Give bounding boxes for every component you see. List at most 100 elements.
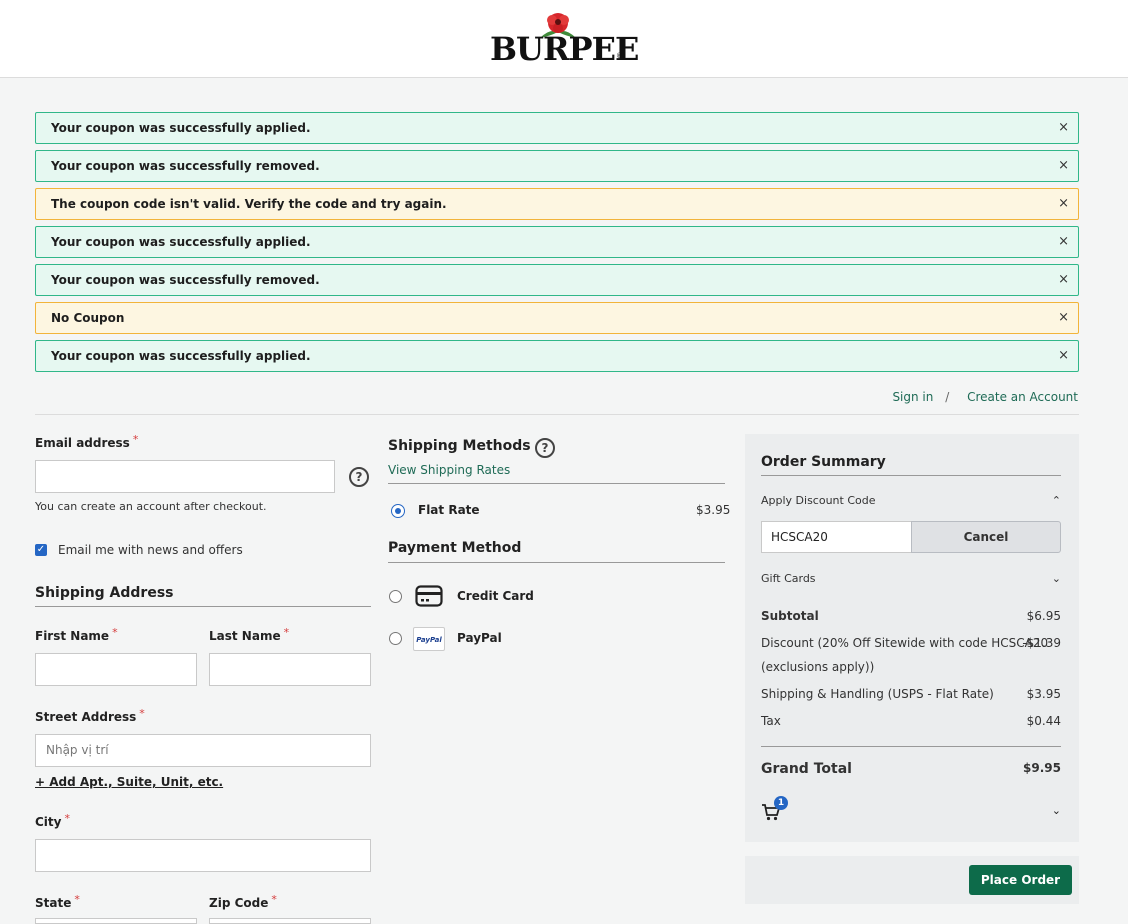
street-address-field[interactable]: Nhập vị trí: [35, 734, 371, 767]
burpee-logo[interactable]: BURPEE ®: [490, 12, 639, 68]
credit-card-radio[interactable]: [389, 590, 402, 603]
section-rule: [761, 746, 1061, 747]
logo-wordmark: BURPEE: [490, 30, 639, 68]
help-icon[interactable]: ?: [349, 467, 369, 487]
close-icon[interactable]: ×: [1058, 227, 1069, 257]
discount-label: Discount (20% Off Sitewide with code HCS…: [761, 636, 1049, 650]
discount-row-note: (exclusions apply)): [761, 660, 875, 674]
close-icon[interactable]: ×: [1058, 341, 1069, 371]
required-mark: *: [132, 433, 139, 446]
apply-discount-label: Apply Discount Code: [761, 494, 876, 507]
add-apt-link[interactable]: + Add Apt., Suite, Unit, etc.: [35, 775, 223, 789]
create-account-link[interactable]: Create an Account: [967, 390, 1078, 404]
last-name-label: Last Name *: [209, 626, 290, 643]
required-mark: *: [74, 893, 80, 906]
flat-rate-label: Flat Rate: [418, 503, 480, 517]
message-text: Your coupon was successfully applied.: [51, 121, 311, 135]
message-text: Your coupon was successfully applied.: [51, 349, 311, 363]
email-note: You can create an account after checkout…: [35, 500, 267, 513]
close-icon[interactable]: ×: [1058, 265, 1069, 295]
street-label-text: Street Address: [35, 710, 137, 724]
zip-label: Zip Code *: [209, 893, 277, 910]
subtotal-label: Subtotal: [761, 609, 819, 623]
section-rule: [388, 483, 725, 484]
order-summary-title: Order Summary: [761, 454, 886, 470]
tax-row: Tax $0.44: [761, 714, 1061, 728]
credit-card-label: Credit Card: [457, 589, 534, 603]
section-rule: [388, 562, 725, 563]
cart-count-badge: 1: [774, 796, 788, 810]
close-icon[interactable]: ×: [1058, 189, 1069, 219]
close-icon[interactable]: ×: [1058, 151, 1069, 181]
auth-links: Sign in / Create an Account: [886, 390, 1078, 404]
apply-discount-toggle[interactable]: Apply Discount Code ⌃: [761, 494, 1061, 507]
section-rule: [35, 606, 371, 607]
newsletter-checkbox[interactable]: ✓: [35, 544, 47, 556]
required-mark: *: [283, 626, 290, 639]
chevron-down-icon: ⌄: [1051, 804, 1061, 817]
subtotal-row: Subtotal $6.95: [761, 609, 1061, 623]
street-label: Street Address *: [35, 707, 145, 724]
cancel-coupon-button[interactable]: Cancel: [911, 521, 1061, 553]
paypal-radio[interactable]: [389, 632, 402, 645]
sign-in-link[interactable]: Sign in: [892, 390, 933, 404]
payment-method-title: Payment Method: [388, 540, 522, 556]
grand-total-value: $9.95: [1023, 761, 1061, 775]
tax-label: Tax: [761, 714, 781, 728]
zip-label-text: Zip Code: [209, 896, 269, 910]
divider: [35, 414, 1079, 415]
zip-field[interactable]: [209, 918, 371, 924]
last-name-label-text: Last Name: [209, 629, 281, 643]
message-text: The coupon code isn't valid. Verify the …: [51, 197, 447, 211]
shipping-label: Shipping & Handling (USPS - Flat Rate): [761, 687, 994, 701]
email-label-text: Email address: [35, 436, 130, 450]
message-text: Your coupon was successfully applied.: [51, 235, 311, 249]
email-field[interactable]: [35, 460, 335, 493]
order-summary: Order Summary Apply Discount Code ⌃ HCSC…: [745, 434, 1079, 842]
state-field[interactable]: [35, 918, 197, 924]
subtotal-value: $6.95: [1026, 609, 1061, 623]
place-order-button[interactable]: Place Order: [969, 865, 1072, 895]
gift-cards-label: Gift Cards: [761, 572, 816, 585]
help-icon[interactable]: ?: [535, 438, 555, 458]
flat-rate-price: $3.95: [696, 503, 731, 517]
view-shipping-rates-link[interactable]: View Shipping Rates: [388, 463, 510, 477]
coupon-message: Your coupon was successfully applied. ×: [35, 226, 1079, 258]
required-mark: *: [271, 893, 277, 906]
shipping-row: Shipping & Handling (USPS - Flat Rate) $…: [761, 687, 1061, 701]
shipping-value: $3.95: [1026, 687, 1061, 701]
message-text: Your coupon was successfully removed.: [51, 159, 320, 173]
coupon-message: No Coupon ×: [35, 302, 1079, 334]
message-text: No Coupon: [51, 311, 125, 325]
close-icon[interactable]: ×: [1058, 303, 1069, 333]
last-name-field[interactable]: [209, 653, 371, 686]
required-mark: *: [139, 707, 145, 720]
coupon-message: Your coupon was successfully removed. ×: [35, 264, 1079, 296]
coupon-message: The coupon code isn't valid. Verify the …: [35, 188, 1079, 220]
first-name-label: First Name *: [35, 626, 118, 643]
first-name-field[interactable]: [35, 653, 197, 686]
tax-value: $0.44: [1026, 714, 1061, 728]
paypal-icon: PayPal: [413, 627, 445, 651]
gift-cards-toggle[interactable]: Gift Cards ⌄: [761, 572, 1061, 585]
credit-card-icon: [415, 585, 443, 607]
state-label-text: State: [35, 896, 72, 910]
flat-rate-radio[interactable]: [391, 504, 405, 518]
city-label-text: City: [35, 815, 62, 829]
coupon-message: Your coupon was successfully applied. ×: [35, 340, 1079, 372]
discount-code-input[interactable]: HCSCA20: [761, 521, 912, 553]
city-field[interactable]: [35, 839, 371, 872]
discount-row: Discount (20% Off Sitewide with code HCS…: [761, 636, 1061, 650]
required-mark: *: [64, 812, 70, 825]
paypal-label: PayPal: [457, 631, 502, 645]
first-name-label-text: First Name: [35, 629, 110, 643]
shipping-address-title: Shipping Address: [35, 585, 174, 601]
city-label: City *: [35, 812, 70, 829]
close-icon[interactable]: ×: [1058, 113, 1069, 143]
grand-total-label: Grand Total: [761, 761, 852, 777]
coupon-message: Your coupon was successfully applied. ×: [35, 112, 1079, 144]
auth-separator: /: [945, 390, 950, 404]
discount-value: -$1.39: [1022, 636, 1061, 650]
cart-items-toggle[interactable]: 1 ⌄: [761, 796, 1061, 824]
chevron-up-icon: ⌃: [1051, 494, 1061, 507]
